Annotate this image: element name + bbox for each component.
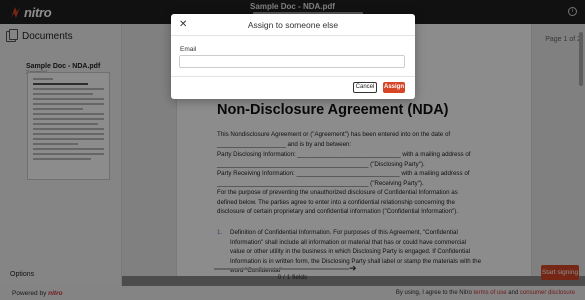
email-field[interactable] — [179, 55, 405, 68]
dialog-title: Assign to someone else — [247, 20, 339, 30]
assign-button[interactable]: Assign — [383, 82, 405, 93]
assign-dialog: ✕ Assign to someone else Email Cancel As… — [171, 14, 415, 99]
dialog-divider — [171, 76, 415, 77]
dialog-header: ✕ Assign to someone else — [171, 14, 415, 36]
cancel-button[interactable]: Cancel — [353, 82, 377, 93]
email-label: Email — [180, 46, 197, 53]
